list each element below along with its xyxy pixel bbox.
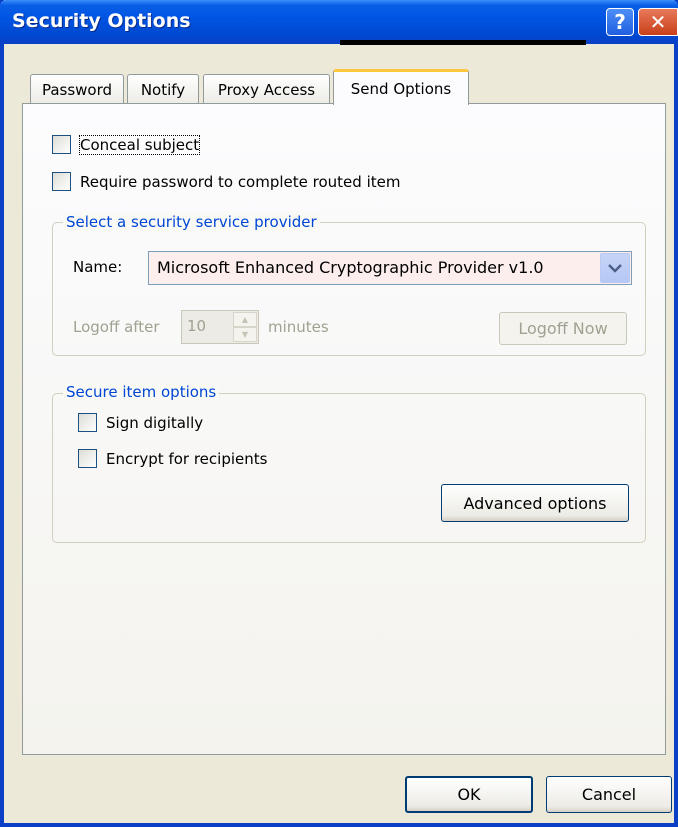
tab-notify[interactable]: Notify xyxy=(127,74,199,104)
spin-up-icon: ▲ xyxy=(233,312,257,327)
logoff-now-label: Logoff Now xyxy=(518,319,608,338)
conceal-subject-checkbox[interactable] xyxy=(52,135,71,154)
cancel-button[interactable]: Cancel xyxy=(546,776,672,813)
help-icon: ? xyxy=(614,10,626,34)
logoff-minutes-value: 10 xyxy=(187,317,207,335)
sign-digitally-checkbox[interactable] xyxy=(78,413,97,432)
close-icon: ✕ xyxy=(649,10,667,34)
close-button[interactable]: ✕ xyxy=(638,8,678,36)
tab-proxy-access[interactable]: Proxy Access xyxy=(203,74,330,104)
conceal-subject-label: Conceal subject xyxy=(78,134,201,155)
security-provider-group-title: Select a security service provider xyxy=(63,213,320,231)
logoff-now-button: Logoff Now xyxy=(499,312,627,345)
provider-name-value: Microsoft Enhanced Cryptographic Provide… xyxy=(157,258,544,277)
window-title: Security Options xyxy=(12,10,191,32)
dropdown-button[interactable] xyxy=(600,253,630,283)
encrypt-checkbox[interactable] xyxy=(78,449,97,468)
advanced-options-label: Advanced options xyxy=(463,493,607,513)
secure-item-group-title: Secure item options xyxy=(63,383,220,401)
tab-password[interactable]: Password xyxy=(30,74,124,104)
help-button[interactable]: ? xyxy=(606,8,634,36)
ok-button[interactable]: OK xyxy=(405,776,533,813)
name-label: Name: xyxy=(73,258,123,276)
tab-send-options[interactable]: Send Options xyxy=(333,69,469,105)
ok-label: OK xyxy=(457,785,481,804)
spinner-buttons: ▲ ▼ xyxy=(233,312,257,342)
require-password-checkbox[interactable] xyxy=(52,172,71,191)
advanced-options-button[interactable]: Advanced options xyxy=(441,484,629,522)
sign-digitally-label: Sign digitally xyxy=(106,413,204,432)
encrypt-option[interactable]: Encrypt for recipients xyxy=(78,449,267,468)
logoff-after-label: Logoff after xyxy=(73,318,160,336)
require-password-option[interactable]: Require password to complete routed item xyxy=(52,172,400,191)
conceal-subject-option[interactable]: Conceal subject xyxy=(52,134,201,155)
tab-proxy-access-label: Proxy Access xyxy=(217,80,316,99)
chevron-down-icon xyxy=(608,264,622,273)
tab-notify-label: Notify xyxy=(140,80,186,99)
sign-digitally-option[interactable]: Sign digitally xyxy=(78,413,203,432)
logoff-minutes-spinner: 10 ▲ ▼ xyxy=(181,310,259,344)
minutes-label: minutes xyxy=(268,318,329,336)
tab-password-label: Password xyxy=(41,80,113,99)
title-bar-overlay-line xyxy=(340,40,586,45)
provider-name-select[interactable]: Microsoft Enhanced Cryptographic Provide… xyxy=(148,251,632,285)
spin-down-icon: ▼ xyxy=(233,327,257,342)
require-password-label: Require password to complete routed item xyxy=(80,172,401,191)
encrypt-label: Encrypt for recipients xyxy=(106,449,268,468)
tab-send-options-label: Send Options xyxy=(350,79,452,98)
cancel-label: Cancel xyxy=(581,785,637,804)
title-bar[interactable]: Security Options ? ✕ xyxy=(0,0,678,44)
